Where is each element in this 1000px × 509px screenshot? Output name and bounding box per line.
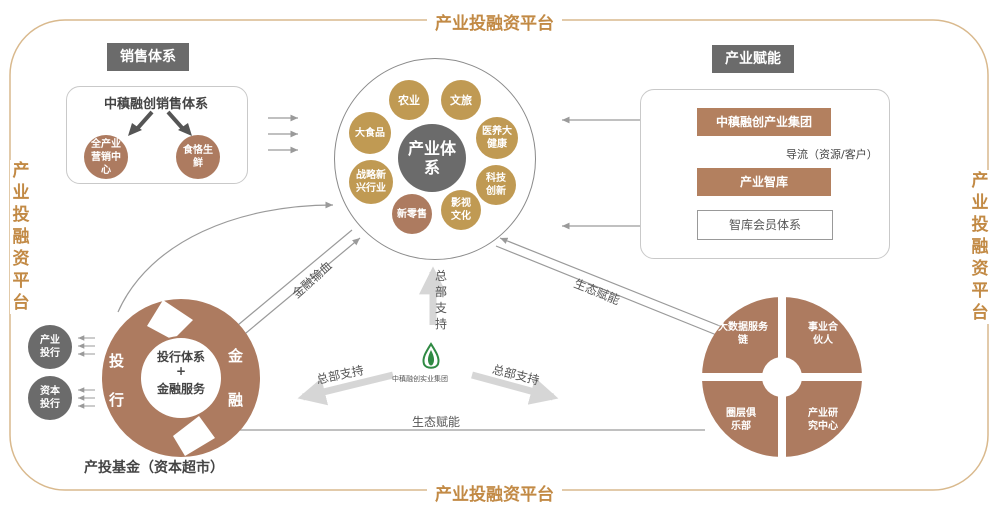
company-logo-caption: 中稹融创实业集团 [392,375,448,383]
label-eco-empower-bottom: 生态赋能 [412,415,461,429]
fund-ring [102,299,260,457]
fund-side-node-capital: 资本投行 [28,376,72,420]
label-hq-support-vertical: 总部支持 [434,269,447,331]
node-tourism: 文旅 [441,80,481,120]
sales-tag: 销售体系 [107,43,189,71]
fund-center-top: 投行体系 [156,350,205,364]
sales-node-marketing: 全产业营销中心 [84,135,128,179]
empower-members: 智库会员体系 [697,210,833,240]
eco-quadrant-bigdata: 大数据服务链 [718,322,768,346]
company-logo-icon [422,342,440,369]
sales-node-fresh: 食恪生鲜 [176,135,220,179]
fund-ring-char-rong: 融 [228,391,244,409]
empower-flow-label: 导流（资源/客户） [786,148,878,161]
node-film: 影视文化 [441,190,481,230]
empower-think-tank: 产业智库 [697,168,831,196]
node-tech: 科技创新 [476,165,516,205]
node-strategic: 战略新兴行业 [349,160,393,204]
fund-center-bottom: 金融服务 [156,382,205,396]
fund-ring-char-jin: 金 [228,347,244,365]
fund-caption: 产投基金（资本超市） [84,460,224,476]
node-health: 医养大健康 [476,117,518,159]
industry-core: 产业体系 [398,124,466,192]
node-food: 大食品 [349,112,391,154]
empower-group-box: 中稹融创产业集团 [697,108,831,136]
fund-center-plus: + [175,364,187,378]
node-retail: 新零售 [392,194,432,234]
sales-split-arrows [128,110,192,136]
node-agriculture: 农业 [389,80,429,120]
fund-side-node-industry: 产业投行 [28,325,72,369]
eco-quadrant-partner: 事业合伙人 [808,322,838,346]
fund-ring-char-hang: 行 [109,391,125,409]
empower-tag: 产业赋能 [712,45,794,73]
fund-ring-char-tou: 投 [109,352,125,370]
eco-quadrant-research: 产业研究中心 [808,408,838,432]
eco-quadrant-club: 圈层俱乐部 [726,408,756,432]
